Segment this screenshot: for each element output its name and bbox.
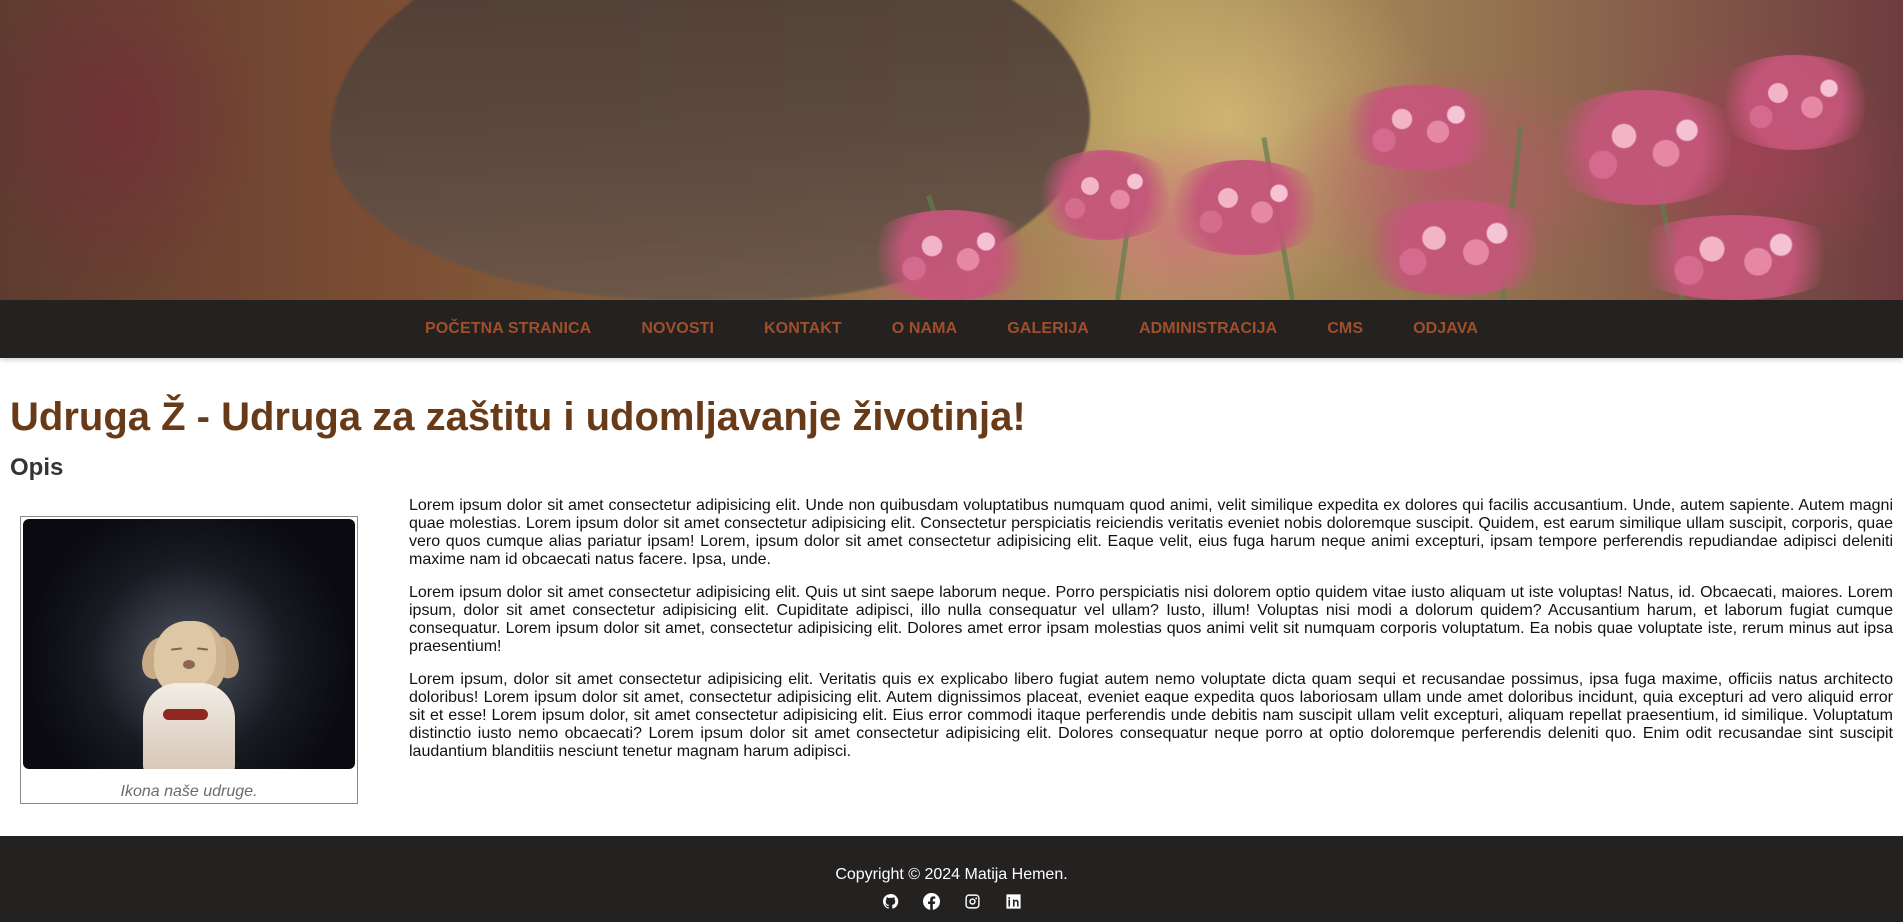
- dog-body: [143, 683, 235, 769]
- flower-cluster: [1350, 200, 1560, 295]
- association-dog-photo: [23, 519, 355, 769]
- social-links: [0, 893, 1903, 910]
- description-paragraph: Lorem ipsum dolor sit amet consectetur a…: [409, 584, 1893, 655]
- association-image-card: Ikona naše udruge.: [20, 516, 358, 804]
- description-paragraph: Lorem ipsum, dolor sit amet consectetur …: [409, 671, 1893, 760]
- nav-news-link[interactable]: NOVOSTI: [641, 320, 714, 338]
- site-header: POČETNA STRANICA NOVOSTI KONTAKT O NAMA …: [0, 0, 1903, 358]
- dog-nose: [183, 660, 195, 669]
- flower-cluster: [1710, 55, 1880, 150]
- section-title: Opis: [10, 454, 64, 481]
- dog-collar: [163, 709, 208, 720]
- nav-home-link[interactable]: POČETNA STRANICA: [425, 320, 591, 338]
- description-section: Ikona naše udruge. Lorem ipsum dolor sit…: [10, 497, 1893, 820]
- description-text: Lorem ipsum dolor sit amet consectetur a…: [409, 497, 1893, 776]
- nav-gallery-link[interactable]: GALERIJA: [1007, 320, 1089, 338]
- main-content: Udruga Ž - Udruga za zaštitu i udomljava…: [0, 358, 1903, 820]
- hero-banner: [0, 0, 1903, 300]
- github-icon[interactable]: [882, 893, 899, 910]
- nav-admin-link[interactable]: ADMINISTRACIJA: [1139, 320, 1277, 338]
- main-navigation: POČETNA STRANICA NOVOSTI KONTAKT O NAMA …: [0, 300, 1903, 358]
- flower-cluster: [1160, 160, 1330, 255]
- flower-cluster: [1330, 85, 1510, 170]
- flower-cluster: [1620, 215, 1850, 300]
- image-caption: Ikona naše udruge.: [120, 783, 258, 800]
- facebook-icon[interactable]: [922, 893, 940, 910]
- linkedin-icon[interactable]: [1005, 893, 1022, 910]
- nav-about-link[interactable]: O NAMA: [892, 320, 957, 338]
- copyright-text: Copyright © 2024 Matija Hemen.: [835, 866, 1068, 883]
- nav-contact-link[interactable]: KONTAKT: [764, 320, 842, 338]
- site-footer: Copyright © 2024 Matija Hemen.: [0, 836, 1903, 922]
- description-paragraph: Lorem ipsum dolor sit amet consectetur a…: [409, 497, 1893, 568]
- flower-cluster: [860, 210, 1040, 300]
- instagram-icon[interactable]: [964, 893, 981, 910]
- nav-cms-link[interactable]: CMS: [1327, 320, 1363, 338]
- nav-logout-link[interactable]: ODJAVA: [1413, 320, 1478, 338]
- flower-cluster: [1030, 150, 1180, 240]
- page-title: Udruga Ž - Udruga za zaštitu i udomljava…: [10, 395, 1026, 439]
